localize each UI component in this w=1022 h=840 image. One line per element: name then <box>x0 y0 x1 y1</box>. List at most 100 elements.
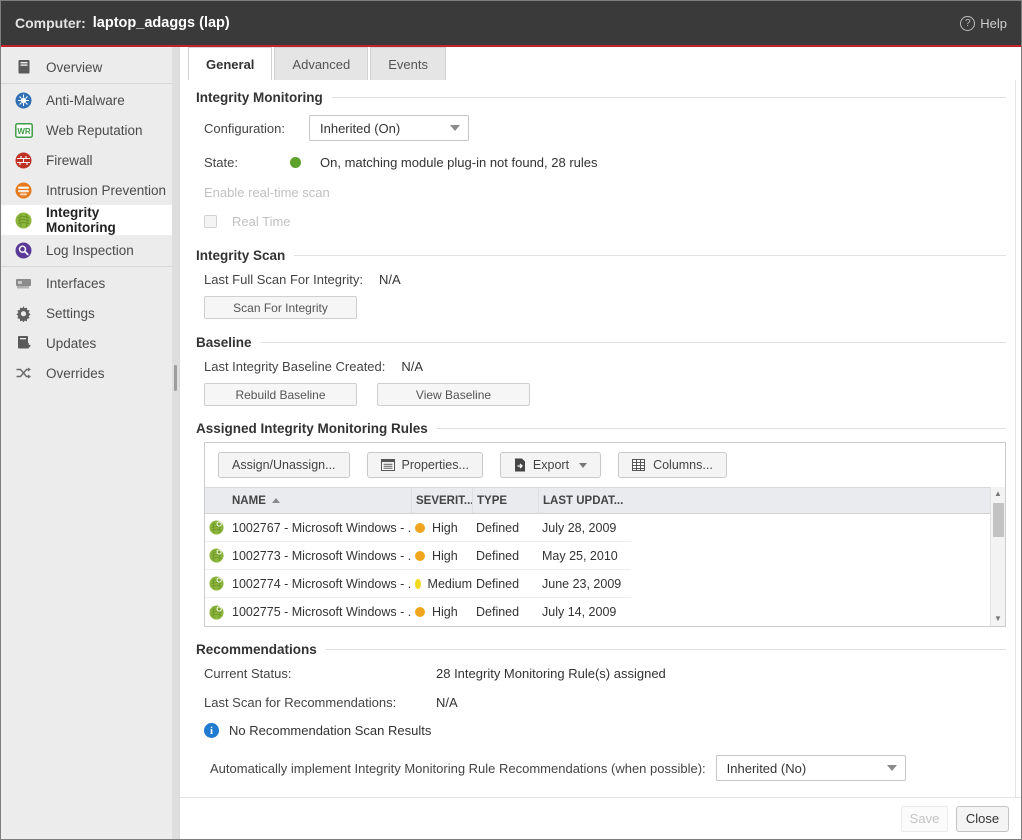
sidebar-item-anti-malware[interactable]: Anti-Malware <box>1 85 172 115</box>
anti-malware-icon <box>14 91 33 110</box>
help-button[interactable]: ? Help <box>960 16 1007 31</box>
assign-unassign-button[interactable]: Assign/Unassign... <box>218 452 350 478</box>
rule-type: Defined <box>472 549 538 563</box>
rules-table-header: NAME SEVERIT... TYPE LAST UPDAT... <box>205 487 990 514</box>
scrollbar-thumb[interactable] <box>993 503 1004 537</box>
rule-severity: High <box>411 521 472 535</box>
sidebar-item-overview[interactable]: Overview <box>1 52 172 82</box>
last-rec-scan-label: Last Scan for Recommendations: <box>204 695 436 710</box>
sidebar-item-label: Updates <box>46 336 96 351</box>
last-scan-value: N/A <box>379 272 401 287</box>
sidebar-item-label: Overview <box>46 60 102 75</box>
log-inspection-icon <box>14 241 33 260</box>
section-title: Integrity Monitoring <box>196 90 323 105</box>
sidebar-item-integrity-monitoring[interactable]: Integrity Monitoring <box>1 205 172 235</box>
rule-name: 1002773 - Microsoft Windows - ... <box>228 549 411 563</box>
sidebar-item-log-inspection[interactable]: Log Inspection <box>1 235 172 265</box>
current-status-label: Current Status: <box>204 666 436 681</box>
section-assigned-rules: Assigned Integrity Monitoring Rules <box>196 421 1006 436</box>
info-icon: i <box>204 723 219 738</box>
rules-toolbar: Assign/Unassign... Properties... Export … <box>205 443 1005 487</box>
column-header-name[interactable]: NAME <box>228 488 411 513</box>
table-row[interactable]: 1002767 - Microsoft Windows - ... High D… <box>205 514 631 542</box>
table-row[interactable]: 1002775 - Microsoft Windows - ... High D… <box>205 598 631 626</box>
sidebar-item-settings[interactable]: Settings <box>1 298 172 328</box>
sidebar-item-label: Log Inspection <box>46 243 134 258</box>
columns-button[interactable]: Columns... <box>618 452 727 478</box>
rule-severity: Medium <box>411 577 472 591</box>
updates-icon <box>14 334 33 353</box>
web-reputation-icon: WR <box>14 121 33 140</box>
rule-name: 1002775 - Microsoft Windows - ... <box>228 605 411 619</box>
severity-dot-icon <box>415 523 425 533</box>
rule-type: Defined <box>472 605 538 619</box>
intrusion-prevention-icon <box>14 181 33 200</box>
scroll-up-icon[interactable]: ▲ <box>994 487 1002 501</box>
state-value: On, matching module plug-in not found, 2… <box>320 155 598 170</box>
configuration-row: Configuration: Inherited (On) <box>204 115 1006 141</box>
computer-name: laptop_adaggs (lap) <box>93 15 230 31</box>
section-rule <box>261 342 1006 343</box>
tab-advanced[interactable]: Advanced <box>274 47 368 80</box>
sidebar-item-label: Anti-Malware <box>46 93 125 108</box>
help-label: Help <box>980 16 1007 31</box>
rule-name: 1002774 - Microsoft Windows - ... <box>228 577 411 591</box>
tab-events[interactable]: Events <box>370 47 446 80</box>
realtime-checkbox[interactable] <box>204 215 217 228</box>
column-header-severity[interactable]: SEVERIT... <box>411 488 472 513</box>
sidebar-item-overrides[interactable]: Overrides <box>1 358 172 388</box>
rules-panel: Assign/Unassign... Properties... Export … <box>204 442 1006 627</box>
properties-label: Properties... <box>402 458 469 472</box>
chevron-down-icon <box>579 463 587 468</box>
rule-last-updated: July 28, 2009 <box>538 521 630 535</box>
section-title: Recommendations <box>196 642 317 657</box>
sidebar-item-interfaces[interactable]: Interfaces <box>1 268 172 298</box>
column-header-type[interactable]: TYPE <box>472 488 538 513</box>
severity-dot-icon <box>415 551 425 561</box>
last-scan-label: Last Full Scan For Integrity: <box>204 272 363 287</box>
properties-button[interactable]: Properties... <box>367 452 483 478</box>
sidebar-item-web-reputation[interactable]: WR Web Reputation <box>1 115 172 145</box>
columns-icon <box>632 459 646 472</box>
section-recommendations: Recommendations <box>196 642 1006 657</box>
tab-content: Integrity Monitoring Configuration: Inhe… <box>180 80 1021 797</box>
footer-bar: Save Close <box>180 797 1021 839</box>
last-rec-scan-value: N/A <box>436 695 1006 710</box>
rebuild-baseline-button[interactable]: Rebuild Baseline <box>204 383 357 406</box>
auto-implement-select[interactable]: Inherited (No) <box>716 755 906 781</box>
save-button[interactable]: Save <box>901 806 948 832</box>
rules-table-scrollbar[interactable]: ▲ ▼ <box>990 487 1005 626</box>
realtime-row: Real Time <box>204 214 1006 229</box>
rule-type: Defined <box>472 577 538 591</box>
sidebar-item-label: Integrity Monitoring <box>46 205 172 235</box>
scan-for-integrity-button[interactable]: Scan For Integrity <box>204 296 357 319</box>
overview-icon <box>14 58 33 77</box>
rule-icon <box>205 548 228 563</box>
no-results-text: No Recommendation Scan Results <box>229 723 431 738</box>
sidebar-scrollbar[interactable] <box>172 47 179 839</box>
configuration-select[interactable]: Inherited (On) <box>309 115 469 141</box>
export-button[interactable]: Export <box>500 452 601 478</box>
tab-general[interactable]: General <box>188 47 272 80</box>
sidebar-item-label: Firewall <box>46 153 93 168</box>
export-label: Export <box>533 458 569 472</box>
sidebar-item-intrusion-prevention[interactable]: Intrusion Prevention <box>1 175 172 205</box>
chevron-down-icon <box>887 765 897 771</box>
last-scan-row: Last Full Scan For Integrity: N/A <box>204 272 1006 287</box>
scroll-down-icon[interactable]: ▼ <box>994 612 1002 626</box>
rule-severity: High <box>411 605 472 619</box>
table-row[interactable]: 1002773 - Microsoft Windows - ... High D… <box>205 542 631 570</box>
section-rule <box>437 428 1006 429</box>
no-results-row: i No Recommendation Scan Results <box>204 723 1006 738</box>
table-row[interactable]: 1002774 - Microsoft Windows - ... Medium… <box>205 570 631 598</box>
export-icon <box>514 458 526 472</box>
close-button[interactable]: Close <box>956 806 1009 832</box>
sidebar-item-firewall[interactable]: Firewall <box>1 145 172 175</box>
content-panel: General Advanced Events Integrity Monito… <box>179 47 1021 839</box>
sidebar-item-label: Web Reputation <box>46 123 143 138</box>
sidebar-scrollbar-thumb[interactable] <box>174 365 177 391</box>
sidebar-item-label: Overrides <box>46 366 105 381</box>
sidebar-item-updates[interactable]: Updates <box>1 328 172 358</box>
view-baseline-button[interactable]: View Baseline <box>377 383 530 406</box>
column-header-last-updated[interactable]: LAST UPDAT... <box>538 488 630 513</box>
